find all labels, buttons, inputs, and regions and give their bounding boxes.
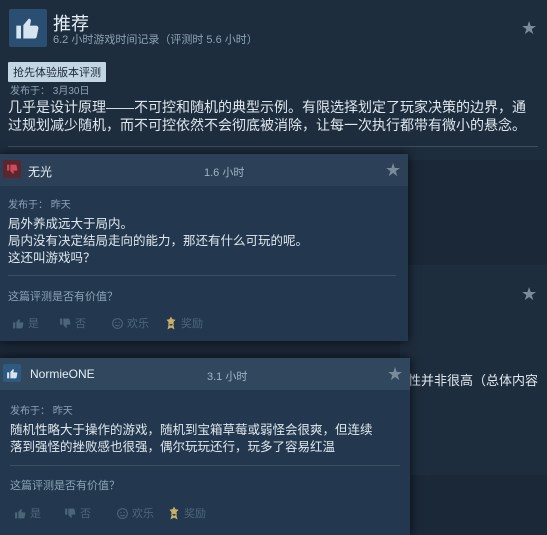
thumbs-up-icon [3, 364, 21, 382]
vote-yes-button[interactable]: 是 [8, 313, 43, 333]
review-card: NormieONE 3.1 小时 ★ 发布于： 昨天 随机性略大于操作的游戏，随… [0, 358, 410, 535]
thumbs-up-icon [9, 9, 47, 47]
star-icon[interactable]: ★ [387, 365, 403, 383]
helpful-prompt: 这篇评测是否有价值？ [8, 291, 118, 303]
review-line: 局内没有决定结局走向的能力，那还有什么可玩的呢。 [8, 234, 309, 248]
hours-played: 3.1 小时 [207, 371, 248, 383]
hours-played: 1.6 小时 [204, 167, 245, 179]
vote-funny-label: 欢乐 [127, 318, 149, 330]
award-icon [167, 506, 181, 520]
thumbs-down-icon [59, 317, 72, 330]
award-label: 奖励 [181, 318, 203, 330]
posted-date: 发布于： 昨天 [8, 200, 71, 211]
thumbs-down-icon [64, 507, 77, 520]
review-line: 局外养成远大于局内。 [8, 217, 134, 231]
helpful-prompt: 这篇评测是否有价值？ [10, 480, 120, 492]
divider [10, 465, 400, 466]
vote-yes-label: 是 [28, 318, 39, 330]
vote-no-button[interactable]: 否 [60, 503, 95, 523]
award-label: 奖励 [184, 508, 206, 520]
card-header: 无光 1.6 小时 ★ [0, 154, 408, 186]
award-icon [164, 316, 178, 330]
emoji-icon [116, 507, 129, 520]
vote-no-label: 否 [80, 508, 91, 520]
star-icon[interactable]: ★ [521, 285, 537, 303]
card-header: NormieONE 3.1 小时 ★ [0, 358, 410, 390]
review-card: 无光 1.6 小时 ★ 发布于： 昨天 局外养成远大于局内。 局内没有决定结局走… [0, 154, 408, 341]
vote-funny-button[interactable]: 欢乐 [107, 313, 153, 333]
vote-funny-label: 欢乐 [132, 508, 154, 520]
username[interactable]: 无光 [28, 163, 52, 180]
background-review-fragment: 性并非很高（总体内容 [408, 373, 539, 388]
posted-date: 发布于： 昨天 [10, 406, 73, 417]
star-icon[interactable]: ★ [385, 161, 401, 179]
main-review: 推荐 6.2 小时游戏时间记录（评测时 5.6 小时） ★ 抢先体验版本评测 发… [0, 0, 547, 160]
review-line: 随机性略大于操作的游戏，随机到宝箱草莓或弱怪会很爽，但连续 [10, 423, 373, 437]
award-button[interactable]: 奖励 [160, 313, 207, 333]
early-access-badge: 抢先体验版本评测 [8, 62, 106, 82]
emoji-icon [111, 317, 124, 330]
vote-no-label: 否 [75, 318, 86, 330]
playtime-text: 6.2 小时游戏时间记录（评测时 5.6 小时） [53, 34, 258, 46]
review-line: 这还叫游戏吗？ [8, 251, 96, 265]
divider [8, 275, 396, 276]
posted-date: 发布于： 3月30日 [10, 86, 90, 97]
award-button[interactable]: 奖励 [163, 503, 210, 523]
thumbs-down-icon [3, 160, 21, 178]
vote-funny-button[interactable]: 欢乐 [112, 503, 158, 523]
thumbs-up-icon [12, 317, 25, 330]
review-body: 几乎是设计原理——不可控和随机的典型示例。有限选择划定了玩家决策的边界，通过规划… [8, 99, 526, 133]
star-icon[interactable]: ★ [521, 19, 537, 37]
review-body: 随机性略大于操作的游戏，随机到宝箱草莓或弱怪会很爽，但连续 落到强怪的挫败感也很… [10, 422, 373, 456]
thumbs-up-icon [14, 507, 27, 520]
vote-yes-button[interactable]: 是 [10, 503, 45, 523]
username[interactable]: NormieONE [30, 367, 95, 381]
vote-yes-label: 是 [30, 508, 41, 520]
vote-no-button[interactable]: 否 [55, 313, 90, 333]
divider [8, 146, 538, 147]
review-line: 落到强怪的挫败感也很强，偶尔玩玩还行，玩多了容易红温 [10, 440, 336, 454]
review-body: 局外养成远大于局内。 局内没有决定结局走向的能力，那还有什么可玩的呢。 这还叫游… [8, 216, 308, 267]
